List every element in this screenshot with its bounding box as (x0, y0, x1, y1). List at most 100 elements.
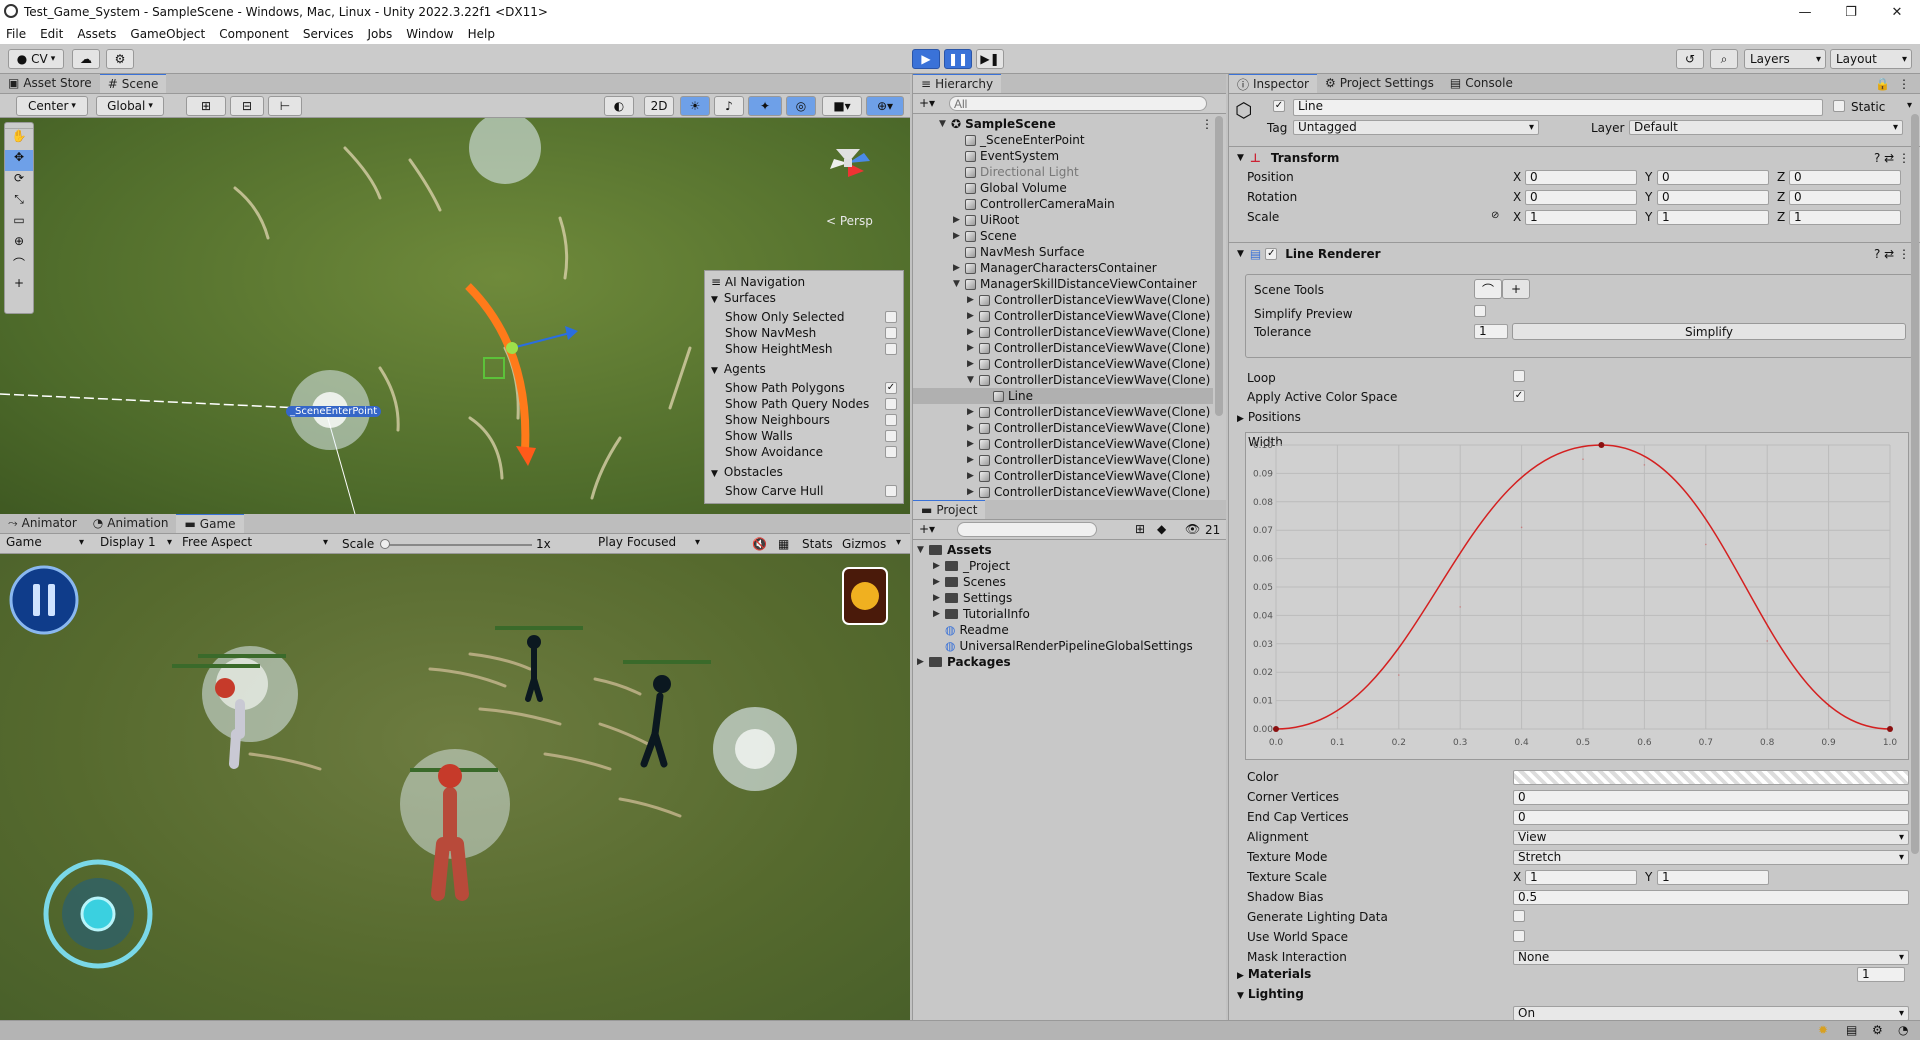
ai-nav-option-checkbox[interactable] (885, 485, 897, 497)
project-item[interactable]: ◍ UniversalRenderPipelineGlobalSettings (913, 638, 1193, 654)
hierarchy-item[interactable]: ▶ ControllerDistanceViewWave(Clone) (913, 468, 1213, 484)
transform-position-z-field[interactable]: 0 (1789, 170, 1901, 185)
lighting-icon[interactable]: ☀ (680, 96, 710, 116)
display-dropdown[interactable]: Display 1 (96, 536, 176, 551)
menu-assets[interactable]: Assets (77, 27, 116, 41)
create-asset-button[interactable]: +▾ (919, 522, 935, 536)
account-button[interactable]: ● CV ▾ (8, 49, 64, 69)
prop-mask-interaction-dropdown[interactable]: None (1513, 950, 1909, 965)
filter-label-icon[interactable]: ◆ (1157, 522, 1166, 536)
hierarchy-item[interactable]: Global Volume (913, 180, 1213, 196)
transform-scale-y-field[interactable]: 1 (1657, 210, 1769, 225)
pause-button[interactable]: ❚❚ (944, 49, 972, 69)
shading-mode-icon[interactable]: ◐ (604, 96, 634, 116)
hierarchy-item[interactable]: ▶ ControllerDistanceViewWave(Clone) (913, 356, 1213, 372)
scale-slider-handle[interactable] (380, 539, 390, 549)
line-renderer-header[interactable]: ▼ ▤ ✓ Line Renderer ? ⇄ ⋮ (1229, 242, 1920, 264)
project-item[interactable]: ▶ Settings (913, 590, 1012, 606)
hierarchy-item[interactable]: ▶ Scene (913, 228, 1213, 244)
filter-type-icon[interactable]: ⊞ (1135, 522, 1145, 536)
project-item[interactable]: ▶ TutorialInfo (913, 606, 1030, 622)
ai-nav-option-checkbox[interactable] (885, 398, 897, 410)
tab-console[interactable]: ▤ Console (1442, 74, 1521, 93)
menu-component[interactable]: Component (219, 27, 289, 41)
hierarchy-item[interactable]: ▼ ControllerDistanceViewWave(Clone) (913, 372, 1213, 388)
lightbulb-icon[interactable]: ✹ (1818, 1023, 1828, 1037)
layer-dropdown[interactable]: Default (1629, 120, 1903, 135)
project-item[interactable]: ▼ Assets (913, 542, 992, 558)
scene-enter-point-label[interactable]: _SceneEnterPoint (286, 406, 382, 417)
transform-scale-x-field[interactable]: 1 (1525, 210, 1637, 225)
aspect-dropdown[interactable]: Free Aspect (178, 536, 332, 551)
scene-viewport[interactable]: < Persp _SceneEnterPoint ✋ ✥ ⟳ ⤡ ▭ ⊕ ⌒ +… (0, 118, 910, 514)
hierarchy-item[interactable]: ▶ ControllerDistanceViewWave(Clone) (913, 420, 1213, 436)
ai-nav-option-checkbox[interactable] (885, 343, 897, 355)
scale-tool-icon[interactable]: ⤡ (5, 192, 33, 213)
ai-nav-option-checkbox[interactable] (885, 446, 897, 458)
ai-nav-option-checkbox[interactable]: ✓ (885, 382, 897, 394)
lighting-foldout[interactable]: ▼ Lighting (1237, 987, 1304, 1001)
tab-animation[interactable]: ◔ Animation (85, 514, 177, 533)
texture-scale-x-field[interactable]: 1 (1525, 870, 1637, 885)
transform-position-y-field[interactable]: 0 (1657, 170, 1769, 185)
tag-dropdown[interactable]: Untagged (1293, 120, 1539, 135)
game-mode-dropdown[interactable]: Game (2, 536, 88, 551)
menu-services[interactable]: Services (303, 27, 354, 41)
menu-file[interactable]: File (6, 27, 26, 41)
increment-snap-icon[interactable]: ⊟ (230, 96, 264, 116)
menu-jobs[interactable]: Jobs (368, 27, 393, 41)
materials-foldout[interactable]: ▶ Materials (1237, 967, 1311, 981)
hierarchy-item[interactable]: Line (913, 388, 1213, 404)
hierarchy-item[interactable]: ▶ ControllerDistanceViewWave(Clone) (913, 452, 1213, 468)
skill-button[interactable] (843, 568, 887, 624)
close-button[interactable]: ✕ (1874, 0, 1920, 24)
add-point-tool-icon[interactable]: + (5, 276, 33, 297)
active-checkbox[interactable]: ✓ (1273, 100, 1285, 112)
tab-project[interactable]: ▬ Project (913, 500, 986, 519)
prop-shadow-bias-field[interactable]: 0.5 (1513, 890, 1909, 905)
prop-alignment-dropdown[interactable]: View (1513, 830, 1909, 845)
static-dropdown-icon[interactable]: ▾ (1907, 100, 1912, 111)
debug-icon[interactable]: ⚙ (1872, 1023, 1883, 1037)
hierarchy-item[interactable]: ▼ ManagerSkillDistanceViewContainer (913, 276, 1213, 292)
hierarchy-search-input[interactable] (949, 96, 1207, 111)
tab-asset-store[interactable]: ▣ Asset Store (0, 74, 100, 93)
mute-audio-icon[interactable]: 🔇 (752, 537, 767, 551)
pause-game-button[interactable] (10, 566, 78, 634)
color-gradient-field[interactable] (1513, 770, 1909, 785)
prop-use-world-space-checkbox[interactable] (1513, 930, 1525, 942)
line-renderer-menu-icon[interactable]: ? ⇄ ⋮ (1874, 247, 1910, 261)
stats-button[interactable]: Stats (802, 537, 833, 551)
menu-edit[interactable]: Edit (40, 27, 63, 41)
search-icon[interactable]: ⌕ (1710, 49, 1738, 69)
play-button[interactable]: ▶ (912, 49, 940, 69)
gizmos-dropdown-icon[interactable]: ▾ (896, 537, 901, 548)
panel-menu-icon[interactable]: ⋮ (1898, 77, 1910, 91)
cast-shadows-dropdown[interactable]: On (1513, 1006, 1909, 1020)
simplify-button[interactable]: Simplify (1512, 323, 1906, 340)
tab-game[interactable]: ▬ Game (176, 514, 244, 533)
transform-rotation-x-field[interactable]: 0 (1525, 190, 1637, 205)
hierarchy-item[interactable]: EventSystem (913, 148, 1213, 164)
hand-tool-icon[interactable]: ✋ (5, 129, 33, 150)
toggle-2d-button[interactable]: 2D (644, 96, 674, 116)
tab-scene[interactable]: # Scene (99, 74, 167, 93)
hidden-objects-icon[interactable]: ◎ (786, 96, 816, 116)
menu-help[interactable]: Help (468, 27, 495, 41)
transform-header[interactable]: ▼ ⊥ Transform ? ⇄ ⋮ (1229, 146, 1920, 168)
object-name-field[interactable]: Line (1293, 99, 1823, 116)
edit-points-icon[interactable]: ⌒ (1474, 279, 1502, 299)
scene-menu-icon[interactable]: ⋮ (1201, 117, 1213, 131)
add-object-button[interactable]: +▾ (919, 96, 935, 110)
tab-project-settings[interactable]: ⚙ Project Settings (1317, 74, 1442, 93)
joystick[interactable] (44, 860, 152, 968)
hierarchy-item[interactable]: NavMesh Surface (913, 244, 1213, 260)
transform-tool-icon[interactable]: ⊕ (5, 234, 33, 255)
line-edit-tool-icon[interactable]: ⌒ (5, 255, 33, 276)
prop-end-cap-vertices-field[interactable]: 0 (1513, 810, 1909, 825)
stats-grid-icon[interactable]: ▦ (778, 537, 789, 551)
transform-rotation-y-field[interactable]: 0 (1657, 190, 1769, 205)
static-checkbox[interactable] (1833, 100, 1845, 112)
lock-icon[interactable]: 🔒 (1875, 77, 1890, 91)
tolerance-field[interactable]: 1 (1474, 324, 1508, 339)
